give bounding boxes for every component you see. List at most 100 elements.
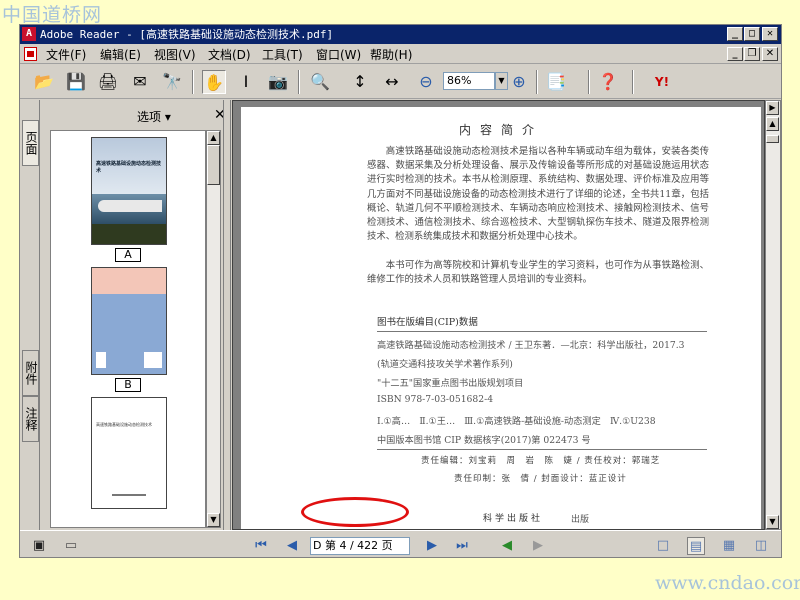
usage-paragraph: 本书可作为高等院校和计算机专业学生的学习资料，也可作为从事铁路检测、维修工作的技… — [367, 260, 709, 286]
thumbnail-label: A — [115, 248, 141, 262]
single-page-view-icon[interactable]: □ — [654, 537, 672, 555]
yahoo-search-icon[interactable]: Y! — [644, 70, 680, 94]
previous-page-icon[interactable]: ◀ — [283, 537, 301, 555]
title-bar: A Adobe Reader - [高速铁路基础设施动态检测技术.pdf] _ … — [20, 25, 781, 44]
cip-line: 高速铁路基础设施动态检测技术 / 王卫东著．—北京：科学出版社，2017.3 — [377, 340, 685, 351]
scroll-up-icon[interactable]: ▲ — [207, 131, 220, 145]
menu-help[interactable]: 帮助(H) — [370, 46, 412, 63]
thumbnail-scrollbar[interactable]: ▲ ▼ — [206, 130, 221, 528]
email-icon[interactable]: ✉ — [128, 70, 152, 94]
zoom-dropdown-arrow[interactable]: ▼ — [495, 72, 508, 90]
help-icon[interactable]: ❓ — [596, 70, 620, 94]
menu-tools[interactable]: 工具(T) — [262, 46, 303, 63]
window-title: Adobe Reader - [高速铁路基础设施动态检测技术.pdf] — [40, 28, 334, 41]
first-page-icon[interactable]: ⏮ — [252, 537, 270, 555]
maximize-button[interactable]: □ — [744, 27, 760, 41]
close-button[interactable]: ✕ — [762, 27, 778, 41]
intro-paragraph: 高速铁路基础设施动态检测技术是指以各种车辆或动车组为载体，安装各类传感器、数据采… — [367, 146, 709, 243]
adobe-logo-icon: A — [22, 27, 36, 41]
menu-bar: 文件(F) 编辑(E) 视图(V) 文档(D) 工具(T) 窗口(W) 帮助(H… — [20, 44, 781, 64]
doc-scroll-up-icon[interactable]: ▶ — [766, 101, 779, 115]
toolbar-separator — [588, 70, 590, 94]
highlight-annotation-circle — [301, 497, 409, 527]
scroll-thumb[interactable] — [207, 145, 220, 185]
divider — [377, 449, 707, 450]
tab-pages[interactable]: 页面 — [22, 120, 39, 166]
doc-restore-button[interactable]: ❐ — [744, 47, 760, 61]
open-folder-icon[interactable]: 📂 — [32, 70, 56, 94]
cip-line: "十二五"国家重点图书出版规划项目 — [377, 378, 524, 389]
publisher-name: 科学出版社 — [483, 514, 544, 524]
thumb-cover-title: 高速铁路基础设施动态检测技术 — [96, 161, 162, 174]
thumbnail-label: B — [115, 378, 141, 392]
cip-heading: 图书在版编目(CIP)数据 — [377, 317, 478, 328]
next-page-icon[interactable]: ▶ — [423, 537, 441, 555]
hand-tool-icon[interactable]: ✋ — [202, 70, 226, 94]
document-view[interactable]: 内容简介 高速铁路基础设施动态检测技术是指以各种车辆或动车组为载体，安装各类传感… — [232, 100, 765, 530]
page-prefix: D — [313, 539, 322, 552]
cip-line: (轨道交通科技攻关学术著作系列) — [377, 359, 513, 370]
continuous-view-icon[interactable]: ▤ — [687, 537, 705, 555]
last-page-icon[interactable]: ⏭ — [453, 537, 471, 555]
doc-scroll-up-icon[interactable]: ▲ — [766, 117, 779, 131]
navigation-tab-strip: 页面 附件 注释 — [20, 100, 40, 530]
divider — [377, 331, 707, 332]
go-back-icon[interactable]: ◀ — [498, 537, 516, 555]
page-thumbnail-cover[interactable]: 高速铁路基础设施动态检测技术 — [91, 137, 167, 245]
rotate-pages-icon[interactable]: 📑 — [544, 70, 568, 94]
cip-line: 中国版本图书馆 CIP 数据核字(2017)第 022473 号 — [377, 435, 591, 446]
page-thumbnail-title[interactable]: 高速铁路基础设施动态检测技术 — [91, 397, 167, 509]
page-thumbnail-back[interactable] — [91, 267, 167, 375]
doc-scroll-thumb[interactable] — [766, 135, 779, 143]
toolbar-separator — [298, 70, 300, 94]
snapshot-icon[interactable]: 📷 — [266, 70, 290, 94]
doc-scroll-down-icon[interactable]: ▼ — [766, 515, 779, 529]
minimize-button[interactable]: _ — [727, 27, 743, 41]
printing-credits: 责任印制：张 倩 / 封面设计：蓝正设计 — [454, 474, 627, 484]
tab-comments[interactable]: 注释 — [22, 396, 39, 442]
continuous-facing-view-icon[interactable]: ◫ — [752, 537, 770, 555]
toolbar: 📂 💾 🖨 ✉ 🔭 ✋ I 📷 🔍 ↕ ↔ ⊖ ⊕ 📑 ❓ Y! — [20, 65, 781, 99]
document-scrollbar[interactable]: ▶ ▲ ▼ — [765, 100, 781, 530]
pages-panel: 选项 ▾ ✕ 高速铁路基础设施动态检测技术 A B 高速铁路基础设施动态检测技术 — [42, 100, 226, 530]
select-text-icon[interactable]: I — [234, 70, 258, 94]
zoom-out-icon[interactable]: ⊖ — [414, 70, 438, 94]
zoom-in-tool-icon[interactable]: 🔍 — [308, 70, 332, 94]
tab-attachments[interactable]: 附件 — [22, 350, 39, 396]
save-icon[interactable]: 💾 — [64, 70, 88, 94]
status-bar: ▣ ▭ ⏮ ◀ D 第 4 / 422 页 ▶ ⏭ ◀ ▶ □ ▤ ▦ ◫ — [20, 530, 781, 558]
page-indicator: 第 4 / 422 页 — [324, 539, 393, 552]
menu-view[interactable]: 视图(V) — [154, 46, 196, 63]
thumbnail-list[interactable]: 高速铁路基础设施动态检测技术 A B 高速铁路基础设施动态检测技术 — [50, 130, 206, 528]
adobe-reader-window: A Adobe Reader - [高速铁路基础设施动态检测技术.pdf] _ … — [19, 24, 782, 558]
search-binoculars-icon[interactable]: 🔭 — [160, 70, 184, 94]
scroll-down-icon[interactable]: ▼ — [207, 513, 220, 527]
pdf-document-icon[interactable] — [24, 47, 37, 61]
print-icon[interactable]: 🖨 — [96, 70, 120, 94]
zoom-in-icon[interactable]: ⊕ — [507, 70, 531, 94]
options-menu[interactable]: 选项 ▾ — [137, 108, 171, 125]
fit-page-icon[interactable]: ↕ — [348, 70, 372, 94]
watermark-top: 中国道桥网 — [2, 4, 103, 26]
go-forward-icon[interactable]: ▶ — [529, 537, 547, 555]
monitor-icon[interactable]: ▣ — [30, 537, 48, 555]
menu-document[interactable]: 文档(D) — [208, 46, 251, 63]
cip-line: ISBN 978-7-03-051682-4 — [377, 394, 494, 405]
cip-line: Ⅰ.①高… Ⅱ.①王… Ⅲ.①高速铁路-基础设施-动态测定 Ⅳ.①U238 — [377, 416, 656, 427]
doc-minimize-button[interactable]: _ — [727, 47, 743, 61]
facing-view-icon[interactable]: ▦ — [720, 537, 738, 555]
menu-edit[interactable]: 编辑(E) — [100, 46, 141, 63]
pane-splitter[interactable] — [223, 100, 231, 530]
page-heading: 内容简介 — [458, 123, 543, 137]
page-setup-icon[interactable]: ▭ — [62, 537, 80, 555]
toolbar-separator — [632, 70, 634, 94]
menu-file[interactable]: 文件(F) — [46, 46, 86, 63]
zoom-level-input[interactable]: 86% — [443, 72, 495, 90]
page-number-field[interactable]: D 第 4 / 422 页 — [310, 537, 410, 555]
fit-width-icon[interactable]: ↔ — [380, 70, 404, 94]
toolbar-separator — [536, 70, 538, 94]
thumb-inner-title: 高速铁路基础设施动态检测技术 — [96, 422, 152, 427]
doc-close-button[interactable]: ✕ — [762, 47, 778, 61]
menu-window[interactable]: 窗口(W) — [316, 46, 361, 63]
watermark-bottom: www.cndao.com — [655, 572, 800, 594]
